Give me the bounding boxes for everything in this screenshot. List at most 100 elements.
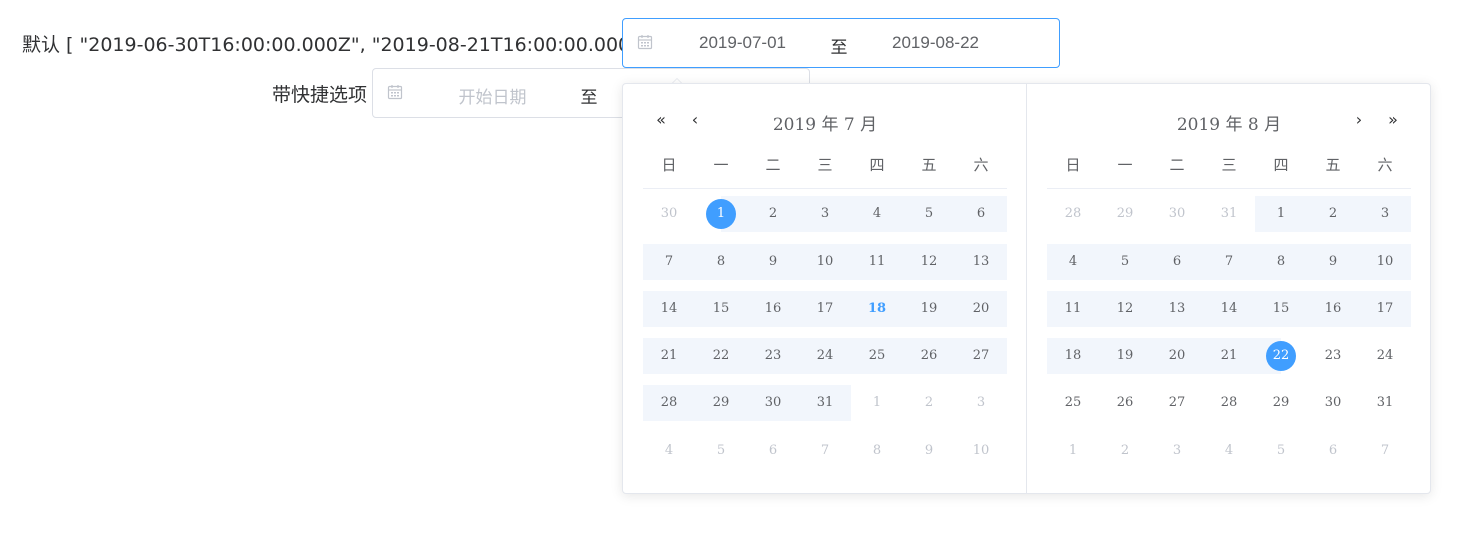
date-cell[interactable]: 1 xyxy=(1255,196,1307,232)
date-cell[interactable]: 2 xyxy=(747,196,799,232)
date-number: 4 xyxy=(1224,443,1234,458)
date-cell[interactable]: 6 xyxy=(955,196,1007,232)
date-cell[interactable]: 24 xyxy=(1359,338,1411,374)
date-number: 16 xyxy=(1324,301,1342,316)
date-cell[interactable]: 31 xyxy=(1203,196,1255,232)
date-number: 28 xyxy=(660,395,678,410)
date-cell[interactable]: 7 xyxy=(1359,433,1411,469)
weekday-label: 日 xyxy=(661,156,677,174)
date-cell[interactable]: 16 xyxy=(1307,291,1359,327)
date-cell[interactable]: 25 xyxy=(851,338,903,374)
next-month-button[interactable]: › xyxy=(1349,110,1369,132)
date-cell[interactable]: 23 xyxy=(747,338,799,374)
date-cell[interactable]: 23 xyxy=(1307,338,1359,374)
date-cell[interactable]: 4 xyxy=(1203,433,1255,469)
next-year-button[interactable]: » xyxy=(1383,110,1403,132)
date-cell[interactable]: 6 xyxy=(747,433,799,469)
date-cell[interactable]: 7 xyxy=(799,433,851,469)
date-cell[interactable]: 31 xyxy=(1359,385,1411,421)
date-cell[interactable]: 12 xyxy=(1099,291,1151,327)
date-cell[interactable]: 29 xyxy=(1255,385,1307,421)
date-cell[interactable]: 19 xyxy=(903,291,955,327)
date-cell[interactable]: 9 xyxy=(903,433,955,469)
date-cell[interactable]: 28 xyxy=(643,385,695,421)
date-cell[interactable]: 2 xyxy=(1307,196,1359,232)
header-divider xyxy=(1047,188,1411,189)
date-cell[interactable]: 19 xyxy=(1099,338,1151,374)
start-date-input[interactable]: 2019-07-01 xyxy=(675,33,810,53)
date-cell[interactable]: 8 xyxy=(1255,244,1307,280)
date-cell[interactable]: 16 xyxy=(747,291,799,327)
date-cell[interactable]: 2 xyxy=(1099,433,1151,469)
date-cell[interactable]: 5 xyxy=(695,433,747,469)
date-cell[interactable]: 31 xyxy=(799,385,851,421)
date-cell[interactable]: 4 xyxy=(643,433,695,469)
date-cell[interactable]: 20 xyxy=(1151,338,1203,374)
date-cell[interactable]: 30 xyxy=(747,385,799,421)
date-cell[interactable]: 21 xyxy=(643,338,695,374)
date-cell[interactable]: 27 xyxy=(1151,385,1203,421)
date-cell[interactable]: 1 xyxy=(695,196,747,232)
date-cell[interactable]: 8 xyxy=(695,244,747,280)
date-cell[interactable]: 2 xyxy=(903,385,955,421)
date-cell[interactable]: 29 xyxy=(695,385,747,421)
date-cell[interactable]: 7 xyxy=(1203,244,1255,280)
date-cell[interactable]: 3 xyxy=(1359,196,1411,232)
date-cell[interactable]: 30 xyxy=(643,196,695,232)
date-cell[interactable]: 9 xyxy=(1307,244,1359,280)
date-cell[interactable]: 26 xyxy=(903,338,955,374)
date-cell[interactable]: 3 xyxy=(955,385,1007,421)
date-cell[interactable]: 21 xyxy=(1203,338,1255,374)
date-cell[interactable]: 10 xyxy=(799,244,851,280)
date-cell[interactable]: 17 xyxy=(1359,291,1411,327)
date-cell[interactable]: 5 xyxy=(1099,244,1151,280)
date-cell[interactable]: 1 xyxy=(851,385,903,421)
end-date-input[interactable]: 2019-08-22 xyxy=(868,33,1003,53)
date-cell[interactable]: 18 xyxy=(851,291,903,327)
date-cell[interactable]: 22 xyxy=(695,338,747,374)
date-cell[interactable]: 4 xyxy=(1047,244,1099,280)
start-date-input[interactable]: 开始日期 xyxy=(425,83,560,108)
date-cell[interactable]: 17 xyxy=(799,291,851,327)
date-cell[interactable]: 6 xyxy=(1151,244,1203,280)
date-cell[interactable]: 9 xyxy=(747,244,799,280)
date-cell[interactable]: 6 xyxy=(1307,433,1359,469)
date-number: 9 xyxy=(924,443,934,458)
date-cell[interactable]: 10 xyxy=(1359,244,1411,280)
date-cell[interactable]: 22 xyxy=(1255,338,1307,374)
date-cell[interactable]: 4 xyxy=(851,196,903,232)
date-cell[interactable]: 7 xyxy=(643,244,695,280)
date-cell[interactable]: 13 xyxy=(1151,291,1203,327)
date-cell[interactable]: 18 xyxy=(1047,338,1099,374)
date-cell[interactable]: 26 xyxy=(1099,385,1151,421)
date-cell[interactable]: 24 xyxy=(799,338,851,374)
date-cell[interactable]: 29 xyxy=(1099,196,1151,232)
date-cell[interactable]: 3 xyxy=(799,196,851,232)
date-cell[interactable]: 5 xyxy=(1255,433,1307,469)
date-cell[interactable]: 5 xyxy=(903,196,955,232)
date-number: 19 xyxy=(920,301,938,316)
date-cell[interactable]: 28 xyxy=(1047,196,1099,232)
date-cell[interactable]: 14 xyxy=(643,291,695,327)
date-cell[interactable]: 15 xyxy=(1255,291,1307,327)
date-cell[interactable]: 28 xyxy=(1203,385,1255,421)
date-cell[interactable]: 15 xyxy=(695,291,747,327)
date-cell[interactable]: 11 xyxy=(1047,291,1099,327)
date-cell[interactable]: 11 xyxy=(851,244,903,280)
date-cell[interactable]: 3 xyxy=(1151,433,1203,469)
date-number: 10 xyxy=(1376,254,1394,269)
date-cell[interactable]: 12 xyxy=(903,244,955,280)
date-cell[interactable]: 1 xyxy=(1047,433,1099,469)
date-cell[interactable]: 25 xyxy=(1047,385,1099,421)
date-cell[interactable]: 30 xyxy=(1307,385,1359,421)
date-cell[interactable]: 20 xyxy=(955,291,1007,327)
date-cell[interactable]: 8 xyxy=(851,433,903,469)
date-cell[interactable]: 10 xyxy=(955,433,1007,469)
date-cell[interactable]: 13 xyxy=(955,244,1007,280)
default-date-range-input[interactable]: 2019-07-01 至 2019-08-22 xyxy=(622,18,1060,68)
date-cell[interactable]: 27 xyxy=(955,338,1007,374)
date-cell[interactable]: 14 xyxy=(1203,291,1255,327)
date-cell[interactable]: 30 xyxy=(1151,196,1203,232)
date-number: 21 xyxy=(660,348,678,363)
date-row: 25 26 27 28 29 30 31 xyxy=(1047,385,1411,421)
